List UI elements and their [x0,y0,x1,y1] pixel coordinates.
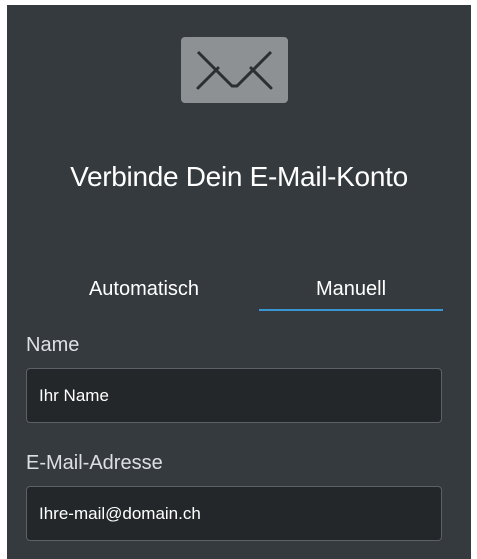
active-tab-indicator [259,309,443,311]
tab-manuell[interactable]: Manuell [259,271,443,311]
name-input[interactable] [26,368,442,423]
tab-automatisch[interactable]: Automatisch [69,271,219,311]
tab-automatisch-label: Automatisch [88,278,200,300]
email-field-label: E-Mail-Adresse [26,452,163,474]
email-input[interactable] [26,486,442,541]
envelope-icon [181,37,288,103]
connect-account-panel: Verbinde Dein E-Mail-Konto Automatisch M… [7,5,471,559]
app-frame: Verbinde Dein E-Mail-Konto Automatisch M… [0,0,477,559]
tab-manuell-label: Manuell [315,278,387,300]
name-field-label: Name [26,334,80,356]
page-title: Verbinde Dein E-Mail-Konto [70,161,408,192]
